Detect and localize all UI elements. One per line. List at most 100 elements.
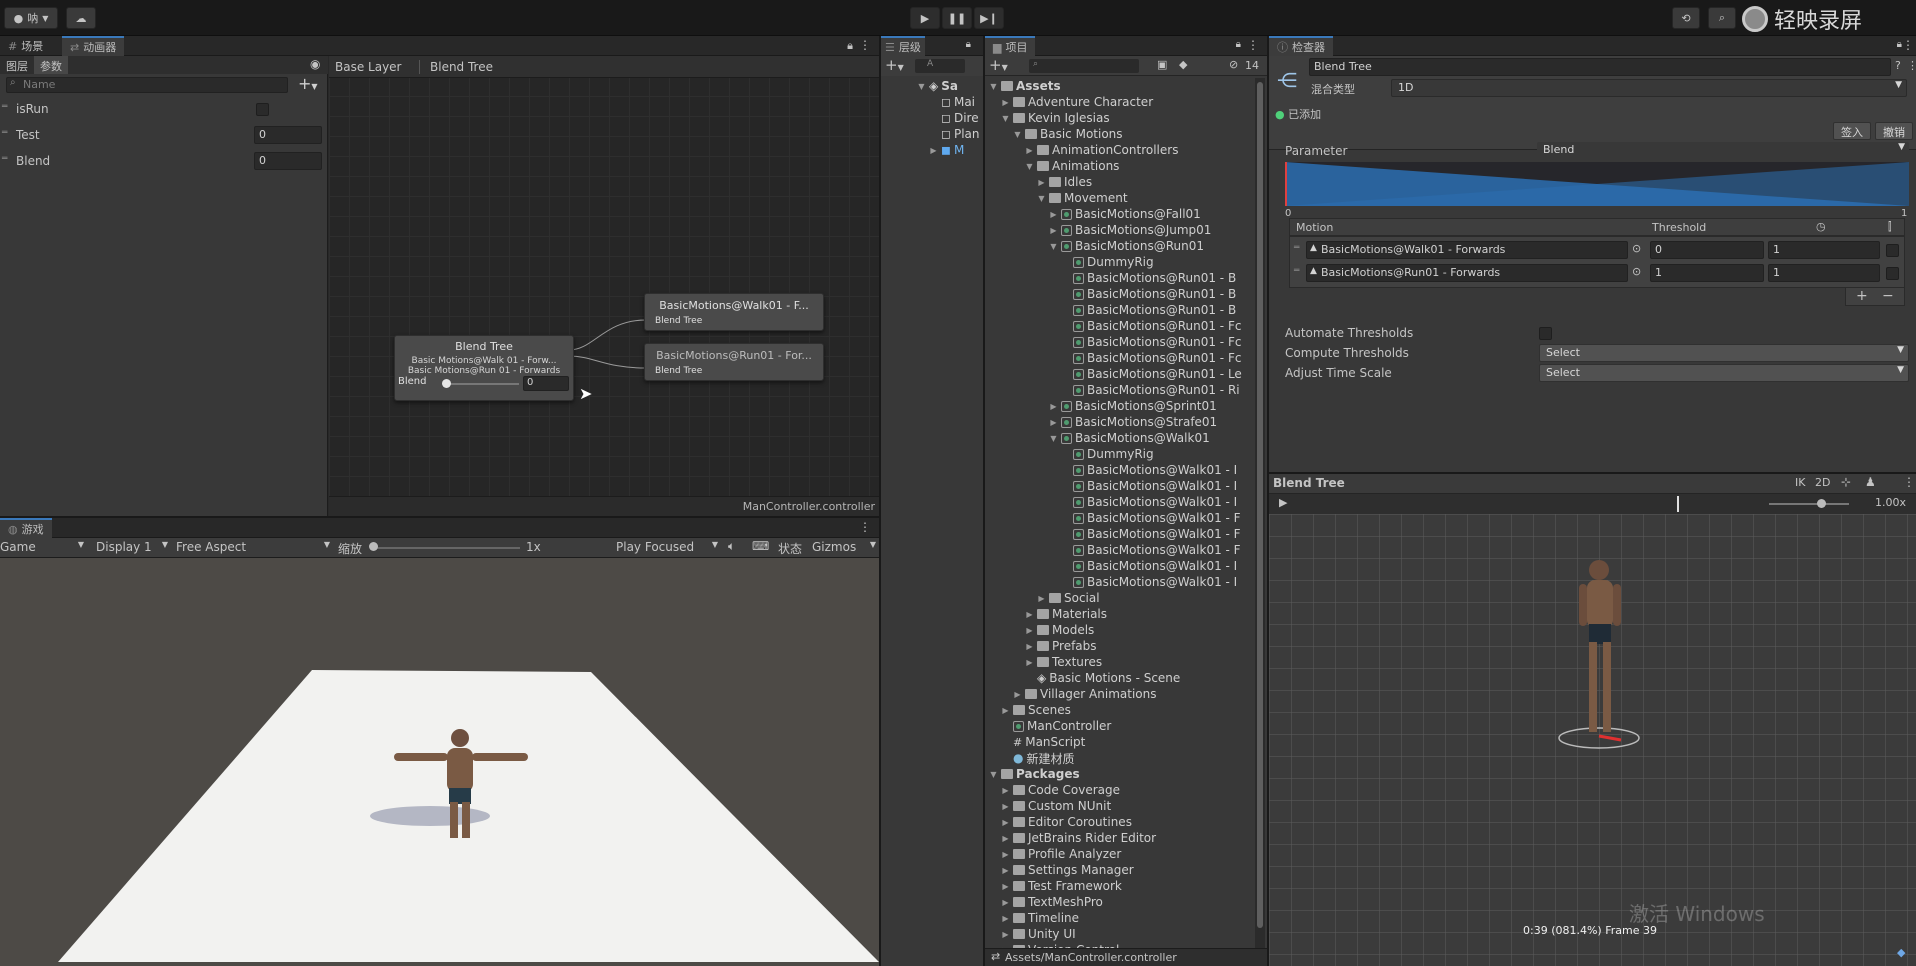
project-tree-item[interactable]: ▶ Timeline: [1001, 910, 1079, 926]
fold-open-icon[interactable]: ▼: [1049, 242, 1058, 251]
ik-toggle[interactable]: IK: [1795, 476, 1805, 489]
blend-node-value-field[interactable]: 0: [523, 376, 569, 391]
fold-closed-icon[interactable]: ▶: [1001, 706, 1010, 715]
project-tree-item[interactable]: ▶ Social: [1037, 590, 1099, 606]
drag-handle-icon[interactable]: ═: [2, 102, 7, 112]
project-tree-item[interactable]: # ManScript: [1001, 734, 1085, 750]
project-tree-item[interactable]: BasicMotions@Walk01 - I: [1061, 478, 1237, 494]
drag-handle-icon[interactable]: ═: [1294, 266, 1299, 276]
stats-button[interactable]: 状态: [778, 540, 802, 557]
project-tree-item[interactable]: BasicMotions@Run01 - Fc: [1061, 318, 1241, 334]
object-picker-icon[interactable]: ⊙: [1632, 265, 1641, 278]
drag-handle-icon[interactable]: ═: [2, 128, 7, 138]
threshold-field[interactable]: 0: [1650, 241, 1764, 259]
project-tree-item[interactable]: ▶ JetBrains Rider Editor: [1001, 830, 1156, 846]
project-tree-item[interactable]: BasicMotions@Walk01 - I: [1061, 494, 1237, 510]
scene-root-row[interactable]: ▼ ◈ Sa: [917, 78, 958, 94]
object-name-field[interactable]: Blend Tree: [1309, 58, 1891, 76]
fold-closed-icon[interactable]: ▶: [1049, 226, 1058, 235]
project-scrollbar[interactable]: [1255, 78, 1265, 948]
fold-open-icon[interactable]: ▼: [1037, 194, 1046, 203]
more-menu-icon[interactable]: ⋮: [1903, 475, 1915, 489]
parameter-dropdown[interactable]: Blend ▼: [1537, 142, 1909, 160]
project-tree-item[interactable]: ▶ Materials: [1025, 606, 1107, 622]
fold-open-icon[interactable]: ▼: [989, 82, 998, 91]
pause-button[interactable]: ❚❚: [942, 7, 972, 29]
fold-closed-icon[interactable]: ▶: [1001, 898, 1010, 907]
preview-viewport[interactable]: [1269, 514, 1916, 966]
project-tree-item[interactable]: DummyRig: [1061, 446, 1154, 462]
subtab-layers[interactable]: 图层: [6, 58, 28, 74]
blend-slider[interactable]: [445, 383, 519, 385]
avatar-icon[interactable]: ♟: [1865, 475, 1876, 489]
project-tree-item[interactable]: ● 新建材质: [1001, 750, 1075, 766]
cloud-button[interactable]: ☁: [66, 7, 96, 29]
project-tree-item[interactable]: ▶ BasicMotions@Strafe01: [1049, 414, 1217, 430]
drag-handle-icon[interactable]: ═: [2, 154, 7, 164]
drag-handle-icon[interactable]: ═: [1294, 243, 1299, 253]
mute-audio-icon[interactable]: 🔈︎: [728, 539, 735, 554]
fold-closed-icon[interactable]: ▶: [1025, 642, 1034, 651]
mirror-checkbox[interactable]: [1886, 244, 1899, 257]
tab-inspector[interactable]: ⓘ 检查器: [1269, 36, 1333, 56]
fold-closed-icon[interactable]: ▶: [1001, 866, 1010, 875]
blend-value-field[interactable]: 0: [254, 152, 322, 170]
project-tree-item[interactable]: ▶ Test Framework: [1001, 878, 1121, 894]
automate-thresholds-checkbox[interactable]: [1539, 327, 1552, 340]
fold-closed-icon[interactable]: ▶: [1049, 418, 1058, 427]
project-tree-item[interactable]: ▼ Basic Motions: [1013, 126, 1122, 142]
fold-closed-icon[interactable]: ▶: [1001, 802, 1010, 811]
project-tree-item[interactable]: BasicMotions@Run01 - B: [1061, 302, 1236, 318]
fold-closed-icon[interactable]: ▶: [1001, 834, 1010, 843]
project-tree-item[interactable]: BasicMotions@Run01 - Le: [1061, 366, 1242, 382]
fold-closed-icon[interactable]: ▶: [1001, 914, 1010, 923]
pivot-icon[interactable]: ⊹: [1841, 475, 1851, 489]
hierarchy-item-directional-light[interactable]: ◻ Dire: [941, 110, 979, 126]
timeline-scrubber[interactable]: [1677, 496, 1679, 512]
fold-closed-icon[interactable]: ▶: [1049, 210, 1058, 219]
search-by-type-icon[interactable]: ▣: [1157, 58, 1167, 71]
project-tree-item[interactable]: ▶ Models: [1025, 622, 1094, 638]
project-tree-item[interactable]: BasicMotions@Walk01 - I: [1061, 558, 1237, 574]
project-tree-item[interactable]: BasicMotions@Walk01 - I: [1061, 574, 1237, 590]
help-icon[interactable]: ?: [1895, 59, 1901, 72]
fold-closed-icon[interactable]: ▶: [1025, 610, 1034, 619]
mirror-checkbox[interactable]: [1886, 267, 1899, 280]
parameter-search-input[interactable]: ⌕ Name: [6, 77, 288, 93]
project-search-input[interactable]: ⌕: [1029, 59, 1139, 73]
subtab-parameters[interactable]: 参数: [34, 56, 68, 74]
project-tree-item[interactable]: BasicMotions@Walk01 - F: [1061, 542, 1241, 558]
more-menu-icon[interactable]: ⋮: [1247, 38, 1259, 52]
project-tree-item[interactable]: ▼ Animations: [1025, 158, 1119, 174]
project-tree-item[interactable]: ▶ Adventure Character: [1001, 94, 1153, 110]
project-tree-item[interactable]: ▶ Prefabs: [1025, 638, 1096, 654]
object-picker-icon[interactable]: ⊙: [1632, 242, 1641, 255]
hierarchy-item-man[interactable]: ▶ ◼ M: [929, 142, 964, 158]
isrun-checkbox[interactable]: [256, 103, 269, 116]
project-tree-item[interactable]: ▶ Code Coverage: [1001, 782, 1120, 798]
history-button[interactable]: ⟲: [1672, 7, 1700, 29]
tab-project[interactable]: ▆ 项目: [985, 36, 1036, 56]
project-tree-item[interactable]: ▼ Packages: [989, 766, 1079, 782]
project-tree-item[interactable]: ◈ Basic Motions - Scene: [1025, 670, 1180, 686]
blend-tree-node[interactable]: Blend Tree Basic Motions@Walk 01 - Forw.…: [394, 335, 574, 401]
project-tree-item[interactable]: BasicMotions@Run01 - B: [1061, 286, 1236, 302]
project-tree-item[interactable]: BasicMotions@Walk01 - F: [1061, 526, 1241, 542]
project-tree-item[interactable]: BasicMotions@Run01 - B: [1061, 270, 1236, 286]
project-tree-item[interactable]: ▶ BasicMotions@Sprint01: [1049, 398, 1216, 414]
speed-slider[interactable]: [1769, 503, 1849, 505]
project-tree-item[interactable]: BasicMotions@Walk01 - I: [1061, 462, 1237, 478]
project-scrollbar-thumb[interactable]: [1257, 82, 1263, 928]
fold-closed-icon[interactable]: ▶: [1001, 930, 1010, 939]
game-viewport[interactable]: [0, 558, 879, 966]
more-menu-icon[interactable]: ⋮: [1902, 38, 1914, 52]
settings-icon[interactable]: ⋮: [1907, 59, 1916, 72]
game-view-dropdown[interactable]: Game ▼: [0, 540, 84, 554]
search-by-label-icon[interactable]: ◆: [1179, 58, 1187, 71]
hidden-packages-icon[interactable]: ⊘: [1229, 58, 1238, 71]
threshold-field[interactable]: 1: [1650, 264, 1764, 282]
fold-closed-icon[interactable]: ▶: [1013, 690, 1022, 699]
project-tree-item[interactable]: ▶ Editor Coroutines: [1001, 814, 1132, 830]
project-tree-item[interactable]: ▶ Idles: [1037, 174, 1092, 190]
remove-motion-button[interactable]: −: [1882, 288, 1894, 304]
